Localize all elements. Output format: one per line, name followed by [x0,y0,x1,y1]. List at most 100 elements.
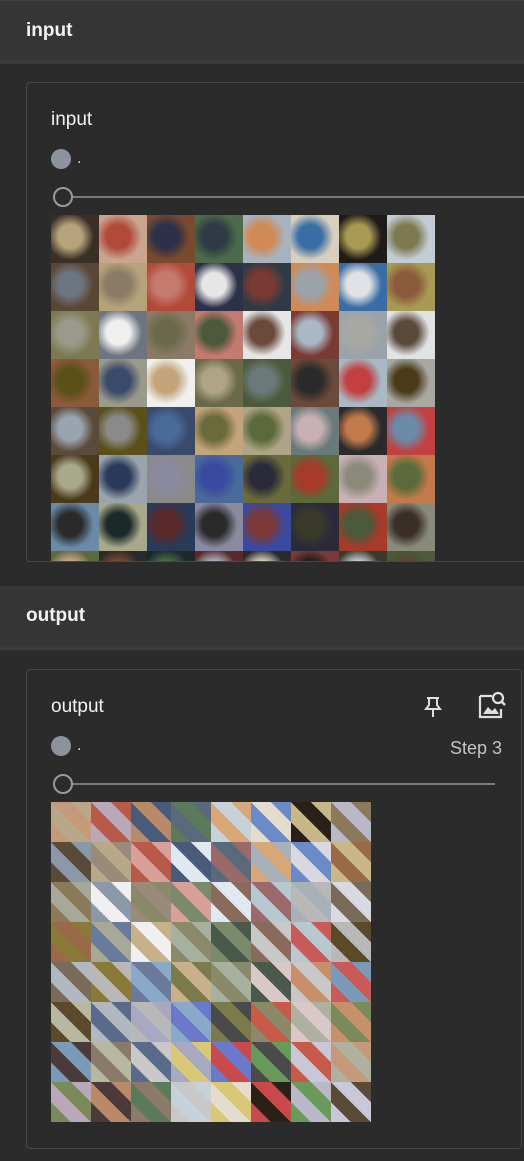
run-name: . [77,150,82,167]
step-slider-output[interactable] [53,772,495,796]
image-thumbnail [131,1042,171,1082]
image-thumbnail [171,802,211,842]
image-thumbnail [331,842,371,882]
image-thumbnail [51,1042,91,1082]
image-thumbnail [291,1082,331,1122]
image-thumbnail [387,551,435,561]
image-thumbnail [91,922,131,962]
image-thumbnail [99,311,147,359]
image-thumbnail [171,1042,211,1082]
image-thumbnail [331,882,371,922]
image-thumbnail [147,503,195,551]
image-thumbnail [51,407,99,455]
image-thumbnail [195,455,243,503]
image-thumbnail [91,962,131,1002]
image-card-input: input . [26,82,524,562]
image-thumbnail [291,359,339,407]
image-thumbnail [147,407,195,455]
image-thumbnail [291,962,331,1002]
image-card-output: output . Step 3 [26,669,522,1149]
slider-thumb[interactable] [53,187,73,207]
image-thumbnail [291,263,339,311]
run-name: . [77,737,82,754]
run-color-dot [51,736,71,756]
card-title-input: input [51,109,93,130]
run-color-dot [51,149,71,169]
step-slider-input[interactable] [53,185,524,209]
image-thumbnail [51,802,91,842]
image-thumbnail [91,842,131,882]
image-thumbnail [171,1002,211,1042]
image-thumbnail [339,551,387,561]
image-thumbnail [291,215,339,263]
image-thumbnail [291,311,339,359]
image-thumbnail [99,359,147,407]
image-thumbnail [211,882,251,922]
image-thumbnail [291,407,339,455]
image-thumbnail [331,1042,371,1082]
image-thumbnail [387,215,435,263]
image-thumbnail [51,1082,91,1122]
image-thumbnail [251,922,291,962]
image-thumbnail [99,263,147,311]
image-thumbnail [291,922,331,962]
image-thumbnail [51,455,99,503]
image-thumbnail [91,1082,131,1122]
image-grid-output [51,802,371,1122]
image-thumbnail [243,503,291,551]
image-thumbnail [387,263,435,311]
image-thumbnail [291,455,339,503]
image-thumbnail [291,1042,331,1082]
image-thumbnail [211,922,251,962]
image-thumbnail [243,359,291,407]
image-thumbnail [99,215,147,263]
image-thumbnail [195,215,243,263]
image-thumbnail [91,1042,131,1082]
image-thumbnail [339,455,387,503]
image-thumbnail [171,962,211,1002]
image-thumbnail [243,551,291,561]
image-thumbnail [251,1082,291,1122]
image-search-icon[interactable] [477,690,507,720]
image-thumbnail [99,503,147,551]
image-thumbnail [195,407,243,455]
image-thumbnail [387,455,435,503]
image-thumbnail [251,1042,291,1082]
image-thumbnail [131,922,171,962]
slider-thumb[interactable] [53,774,73,794]
image-thumbnail [291,802,331,842]
image-thumbnail [147,359,195,407]
image-thumbnail [251,802,291,842]
image-thumbnail [147,551,195,561]
image-thumbnail [91,802,131,842]
image-thumbnail [387,503,435,551]
section-header-output[interactable]: output [0,586,524,646]
image-thumbnail [51,882,91,922]
card-title-output: output [51,696,104,717]
image-thumbnail [243,311,291,359]
run-indicator-output: . [51,736,81,756]
image-thumbnail [131,962,171,1002]
image-thumbnail [147,263,195,311]
image-thumbnail [131,882,171,922]
image-thumbnail [51,842,91,882]
image-thumbnail [211,802,251,842]
image-thumbnail [251,882,291,922]
image-thumbnail [331,1082,371,1122]
section-title-input: input [26,19,73,41]
pin-icon[interactable] [418,692,448,722]
image-thumbnail [211,1002,251,1042]
slider-track [63,196,524,198]
image-thumbnail [339,311,387,359]
image-thumbnail [211,842,251,882]
section-header-input[interactable]: input [0,0,524,60]
image-thumbnail [291,1002,331,1042]
image-thumbnail [51,962,91,1002]
section-body-output: output . Step 3 [0,650,524,1149]
image-thumbnail [147,311,195,359]
section-title-output: output [26,605,86,626]
image-thumbnail [147,455,195,503]
image-thumbnail [147,215,195,263]
step-label: Step 3 [450,738,503,758]
run-indicator-input: . [51,149,81,169]
